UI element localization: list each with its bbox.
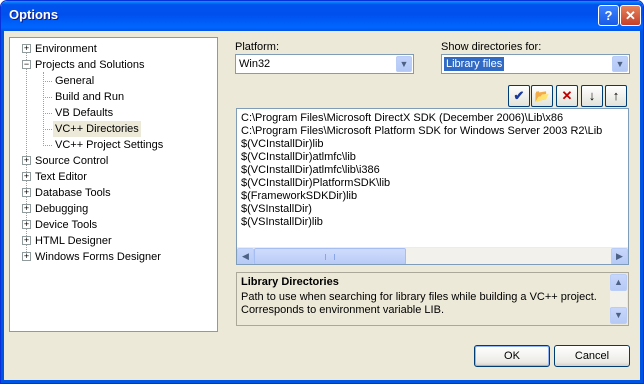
show-directories-label: Show directories for: xyxy=(441,41,542,53)
tree-connector xyxy=(43,72,44,144)
tree-item[interactable]: Source Control xyxy=(33,153,110,169)
directory-entry[interactable]: C:\Program Files\Microsoft DirectX SDK (… xyxy=(241,112,563,125)
scroll-up-icon[interactable]: ▲ xyxy=(610,274,627,291)
horizontal-scrollbar[interactable]: ◀ ▶ xyxy=(237,247,628,264)
cancel-button[interactable]: Cancel xyxy=(554,345,630,367)
directory-entry[interactable]: $(VSInstallDir)lib xyxy=(241,216,323,229)
tree-item[interactable]: Database Tools xyxy=(33,185,113,201)
tree-expander-icon[interactable]: + xyxy=(22,204,31,213)
tree-item[interactable]: Debugging xyxy=(33,201,90,217)
window-title: Options xyxy=(9,7,59,22)
close-button[interactable]: ✕ xyxy=(620,5,641,26)
check-button[interactable]: ✔ xyxy=(508,85,530,107)
directory-entry[interactable]: $(VCInstallDir)atlmfc\lib\i386 xyxy=(241,164,380,177)
tree-expander-icon[interactable]: + xyxy=(22,220,31,229)
chevron-down-icon[interactable]: ▼ xyxy=(396,56,412,72)
tree-item[interactable]: Device Tools xyxy=(33,217,99,233)
platform-value: Win32 xyxy=(239,58,271,70)
directory-entry[interactable]: C:\Program Files\Microsoft Platform SDK … xyxy=(241,125,602,138)
tree-connector xyxy=(43,145,52,146)
tree-expander-icon[interactable]: + xyxy=(22,44,31,53)
delete-icon: ✕ xyxy=(561,88,573,103)
options-tree[interactable]: + Environment − Projects and Solutions Gener… xyxy=(9,37,218,332)
tree-expander-icon[interactable]: − xyxy=(22,60,31,69)
tree-item[interactable]: Windows Forms Designer xyxy=(33,249,163,265)
ok-button[interactable]: OK xyxy=(474,345,550,367)
move-down-button[interactable]: ↓ xyxy=(581,85,603,107)
arrow-down-icon: ↓ xyxy=(588,88,596,103)
directory-entry[interactable]: $(VCInstallDir)lib xyxy=(241,138,324,151)
platform-label: Platform: xyxy=(235,41,280,53)
directory-entry[interactable]: $(VCInstallDir)PlatformSDK\lib xyxy=(241,177,390,190)
tree-item[interactable]: Build and Run xyxy=(53,89,126,105)
description-text: Path to use when searching for library f… xyxy=(241,291,597,316)
tree-expander-icon[interactable]: + xyxy=(22,188,31,197)
arrow-up-icon: ↑ xyxy=(612,88,620,103)
new-line-button[interactable]: 📂 xyxy=(531,85,553,107)
tree-connector xyxy=(43,129,52,130)
title-bar[interactable]: Options ? ✕ xyxy=(1,1,643,31)
directory-entry[interactable]: $(FrameworkSDKDir)lib xyxy=(241,190,357,203)
chevron-down-icon[interactable]: ▼ xyxy=(612,56,628,72)
checkmark-icon: ✔ xyxy=(513,88,525,103)
move-up-button[interactable]: ↑ xyxy=(605,85,627,107)
tree-item[interactable]: Text Editor xyxy=(33,169,89,185)
tree-item[interactable]: General xyxy=(53,73,96,89)
directory-entry[interactable]: $(VSInstallDir) xyxy=(241,203,312,216)
tree-expander-icon[interactable]: + xyxy=(22,172,31,181)
tree-item[interactable]: HTML Designer xyxy=(33,233,114,249)
description-title: Library Directories xyxy=(241,276,339,288)
tree-item[interactable]: VB Defaults xyxy=(53,105,115,121)
scroll-thumb[interactable] xyxy=(254,248,406,264)
tree-connector xyxy=(43,113,52,114)
directory-list[interactable]: C:\Program Files\Microsoft DirectX SDK (… xyxy=(236,108,629,265)
description-panel: Library Directories Path to use when sea… xyxy=(236,272,629,326)
scroll-down-icon[interactable]: ▼ xyxy=(610,307,627,324)
tree-item[interactable]: VC++ Project Settings xyxy=(53,137,165,153)
delete-button[interactable]: ✕ xyxy=(556,85,578,107)
show-directories-value: Library files xyxy=(444,57,505,71)
directory-entry[interactable]: $(VCInstallDir)atlmfc\lib xyxy=(241,151,356,164)
tree-connector xyxy=(43,97,52,98)
platform-select[interactable]: Win32 ▼ xyxy=(235,54,414,74)
tree-connector xyxy=(43,81,52,82)
help-button[interactable]: ? xyxy=(598,5,619,26)
tree-item[interactable]: Projects and Solutions xyxy=(33,57,146,73)
tree-item[interactable]: Environment xyxy=(33,41,99,57)
options-dialog: Options ? ✕ + Environment − Projects and So… xyxy=(0,0,644,384)
grip-icon xyxy=(325,254,335,260)
scroll-right-icon[interactable]: ▶ xyxy=(611,248,628,264)
scroll-left-icon[interactable]: ◀ xyxy=(237,248,254,264)
show-directories-select[interactable]: Library files ▼ xyxy=(441,54,630,74)
vertical-scrollbar[interactable]: ▲ ▼ xyxy=(610,274,627,324)
tree-item[interactable]: VC++ Directories xyxy=(53,121,141,137)
tree-expander-icon[interactable]: + xyxy=(22,156,31,165)
tree-expander-icon[interactable]: + xyxy=(22,236,31,245)
tree-expander-icon[interactable]: + xyxy=(22,252,31,261)
new-folder-icon: 📂 xyxy=(534,89,550,103)
